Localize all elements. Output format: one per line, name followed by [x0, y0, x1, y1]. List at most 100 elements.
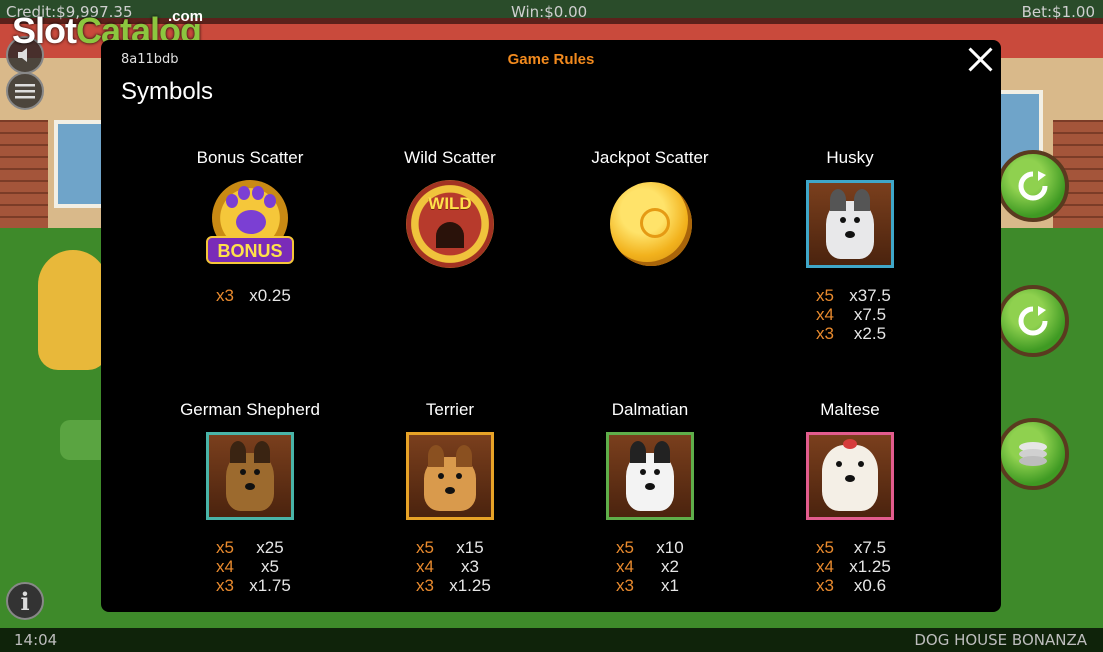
pay-value: x1.75 — [249, 576, 291, 595]
pay-multiplier: x3 — [616, 576, 634, 595]
bottom-status-bar: 14:04 DOG HOUSE BONANZA — [0, 628, 1103, 652]
pay-row: x5 x37.5 — [750, 286, 950, 305]
pay-multiplier: x5 — [216, 538, 234, 557]
pay-value: x7.5 — [853, 305, 887, 324]
wild-doghouse-icon: WILD — [406, 180, 494, 268]
watermark-com-text: .com — [168, 8, 204, 25]
pay-value: x1.25 — [849, 557, 891, 576]
pay-multiplier: x4 — [216, 557, 234, 576]
paytable: x5 x37.5 x4 x7.5 x3 x2.5 — [750, 286, 950, 343]
coin-stack-icon — [1019, 442, 1047, 466]
pay-row: x4 x5 — [150, 557, 350, 576]
pay-value: x1.25 — [449, 576, 491, 595]
pay-row: x5 x15 — [350, 538, 550, 557]
pay-multiplier: x5 — [816, 286, 834, 305]
maltese-icon — [806, 432, 894, 520]
pay-row: x5 x7.5 — [750, 538, 950, 557]
bet-coins-button[interactable] — [997, 418, 1069, 490]
symbol-name: Maltese — [820, 400, 880, 419]
symbol-name: Jackpot Scatter — [591, 148, 709, 167]
bonus-paw-icon: BONUS — [206, 180, 294, 268]
pay-value: x2.5 — [853, 324, 887, 343]
pay-value: x5 — [261, 557, 279, 576]
pay-row: x3 x0.25 — [150, 286, 350, 305]
pay-multiplier: x3 — [816, 576, 834, 595]
coin-emblem — [640, 208, 670, 238]
pay-multiplier: x4 — [616, 557, 634, 576]
paytable: x3 x0.25 — [150, 286, 350, 305]
section-title: Symbols — [121, 78, 214, 105]
pay-row: x3 x1.25 — [350, 576, 550, 595]
pay-value: x25 — [256, 538, 284, 557]
wild-label: WILD — [428, 194, 472, 213]
hamburger-menu-icon — [15, 84, 35, 99]
shepherd-figure — [226, 441, 274, 511]
paytable: x5 x15 x4 x3 x3 x1.25 — [350, 538, 550, 595]
symbol-german-shepherd: German Shepherd x5 x25 x4 x5 x3 x1.75 — [150, 400, 350, 595]
pay-row: x4 x3 — [350, 557, 550, 576]
terrier-figure — [424, 445, 476, 511]
menu-button[interactable] — [6, 72, 44, 110]
pay-multiplier: x4 — [816, 305, 834, 324]
symbol-maltese: Maltese x5 x7.5 x4 x1.25 x3 x0.6 — [750, 400, 950, 595]
symbol-name: Dalmatian — [611, 400, 689, 419]
gold-coin-icon — [606, 180, 694, 268]
spin-arrow-icon — [1018, 306, 1048, 336]
pay-row: x3 x2.5 — [750, 324, 950, 343]
spin-button[interactable] — [997, 285, 1069, 357]
symbol-husky: Husky x5 x37.5 x4 x7.5 x3 x2.5 — [750, 148, 950, 343]
info-button[interactable]: i — [6, 582, 44, 620]
replay-arrow-icon — [1018, 171, 1048, 201]
pay-value: x0.25 — [249, 286, 291, 305]
terrier-icon — [406, 432, 494, 520]
wild-disc: WILD — [406, 180, 494, 268]
bet-display: Bet:$1.00 — [1021, 3, 1095, 21]
paytable: x5 x10 x4 x2 x3 x1 — [550, 538, 750, 595]
symbol-name: Bonus Scatter — [196, 148, 304, 167]
brick-wall-left — [0, 120, 48, 240]
pay-row: x3 x1.75 — [150, 576, 350, 595]
symbol-dalmatian: Dalmatian x5 x10 x4 x2 x3 x1 — [550, 400, 750, 595]
pay-row: x4 x2 — [550, 557, 750, 576]
close-icon[interactable] — [967, 46, 993, 72]
symbol-name: Husky — [826, 148, 874, 167]
symbol-jackpot-scatter: Jackpot Scatter — [550, 148, 750, 268]
paytable: x5 x7.5 x4 x1.25 x3 x0.6 — [750, 538, 950, 595]
german-shepherd-icon — [206, 432, 294, 520]
game-rules-modal: 8a11bdb Game Rules Symbols Bonus Scatter… — [101, 40, 1001, 612]
maltese-figure — [822, 439, 878, 511]
pay-multiplier: x4 — [416, 557, 434, 576]
symbol-name: Wild Scatter — [404, 148, 496, 167]
pay-row: x4 x1.25 — [750, 557, 950, 576]
pay-value: x0.6 — [853, 576, 887, 595]
pay-multiplier: x4 — [816, 557, 834, 576]
symbol-name: German Shepherd — [180, 400, 320, 419]
symbol-terrier: Terrier x5 x15 x4 x3 x3 x1.25 — [350, 400, 550, 595]
coin-body — [610, 182, 692, 266]
pay-multiplier: x3 — [816, 324, 834, 343]
pay-multiplier: x3 — [416, 576, 434, 595]
pay-value: x2 — [661, 557, 679, 576]
pay-value: x15 — [456, 538, 484, 557]
pay-value: x7.5 — [853, 538, 887, 557]
clock: 14:04 — [14, 631, 58, 649]
pay-row: x3 x1 — [550, 576, 750, 595]
win-display: Win:$0.00 — [511, 3, 588, 21]
symbol-wild-scatter: Wild Scatter WILD — [350, 148, 550, 268]
watermark-slot-text: Slot — [12, 10, 77, 51]
pay-row: x5 x10 — [550, 538, 750, 557]
paytable: x5 x25 x4 x5 x3 x1.75 — [150, 538, 350, 595]
husky-icon — [806, 180, 894, 268]
background-dog-mascot — [38, 250, 108, 370]
symbol-bonus-scatter: Bonus Scatter BONUS x3 x0.25 — [150, 148, 350, 305]
pay-multiplier: x3 — [216, 576, 234, 595]
pay-multiplier: x5 — [616, 538, 634, 557]
autoplay-button[interactable] — [997, 150, 1069, 222]
info-icon: i — [20, 586, 30, 616]
pay-value: x1 — [661, 576, 679, 595]
dalmatian-figure — [626, 441, 674, 511]
game-name: DOG HOUSE BONANZA — [914, 631, 1087, 649]
bonus-label: BONUS — [206, 236, 294, 264]
dalmatian-icon — [606, 432, 694, 520]
doghouse-door — [436, 222, 464, 248]
